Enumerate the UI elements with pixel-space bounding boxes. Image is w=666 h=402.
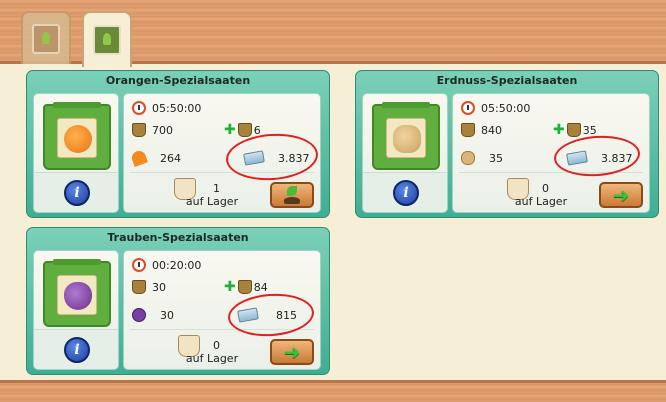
clock-icon [132,258,146,272]
bonus-value: 6 [253,123,261,137]
basket-icon [237,123,252,137]
fruit-amount: 35 [489,151,503,165]
seed-packet-icon [32,23,60,54]
stock-label: auf Lager [185,352,239,365]
stock-count: 1 [213,182,220,195]
fruit-amount: 264 [160,151,181,165]
buy-arrow-button[interactable]: ➜ [270,339,314,365]
harvest-basket-value: 840 [481,123,502,137]
info-button[interactable]: i [64,337,90,363]
harvest-basket-value: 30 [152,280,166,294]
seed-image-box: i [33,93,119,213]
basket-icon [132,123,146,137]
basket-icon [132,280,146,294]
info-button[interactable]: i [64,180,90,206]
fruit-amount: 30 [160,308,174,322]
growth-time: 05:50:00 [481,101,531,115]
basket-icon [461,123,475,137]
money-icon [237,307,259,323]
plant-button[interactable] [270,182,314,208]
card-title: Orangen-Spezialsaaten [105,74,251,87]
peanut-small-icon [461,151,475,165]
sprout-icon [282,186,302,204]
seed-details: 05:50:00 700 ✚ 6 264 3.837 1 auf Lager [123,93,321,213]
money-icon [243,150,265,166]
seed-details: 05:50:00 840 ✚ 35 35 3.837 0 auf Lager ➜ [452,93,650,213]
orange-slice-icon [130,149,148,167]
clock-icon [132,101,146,115]
seed-details: 00:20:00 30 ✚ 84 30 815 0 auf Lager ➜ [123,250,321,370]
stock-label: auf Lager [185,195,239,208]
growth-time: 00:20:00 [152,258,202,272]
info-button[interactable]: i [393,180,419,206]
harvest-basket-value: 700 [152,123,173,137]
orange-icon [64,125,92,153]
price: 3.837 [278,151,310,165]
plus-icon: ✚ [224,122,236,138]
stock-label: auf Lager [514,195,568,208]
basket-icon [237,280,252,294]
price: 815 [276,308,297,322]
stock-count: 0 [213,339,220,352]
bonus-value: 35 [582,123,597,137]
plus-icon: ✚ [224,279,236,295]
sprout-packet-icon [93,25,121,55]
seed-bag-image [43,102,111,170]
clock-icon [461,101,475,115]
price: 3.837 [601,151,633,165]
growth-time: 05:50:00 [152,101,202,115]
seed-card-orange: Orangen-Spezialsaaten i 05:50:00 700 ✚ 6… [26,70,330,218]
seed-tab-active[interactable] [82,11,132,67]
seed-card-grape: Trauben-Spezialsaaten i 00:20:00 30 ✚ 84… [26,227,330,375]
arrow-right-icon: ➜ [283,340,301,364]
stock-count: 0 [542,182,549,195]
card-title: Trauben-Spezialsaaten [107,231,249,244]
money-icon [566,150,588,166]
seed-bag-image [372,102,440,170]
wood-footer [0,380,666,402]
card-title: Erdnuss-Spezialsaaten [436,74,578,87]
grape-icon [64,282,92,310]
seed-tab-inactive[interactable] [21,11,71,64]
bonus-value: 84 [253,280,268,294]
basket-icon [566,123,581,137]
buy-arrow-button[interactable]: ➜ [599,182,643,208]
grape-small-icon [132,308,146,322]
seed-card-peanut: Erdnuss-Spezialsaaten i 05:50:00 840 ✚ 3… [355,70,659,218]
peanut-icon [393,125,421,153]
plus-icon: ✚ [553,122,565,138]
arrow-right-icon: ➜ [612,183,630,207]
seed-image-box: i [33,250,119,370]
seed-image-box: i [362,93,448,213]
seed-bag-image [43,259,111,327]
